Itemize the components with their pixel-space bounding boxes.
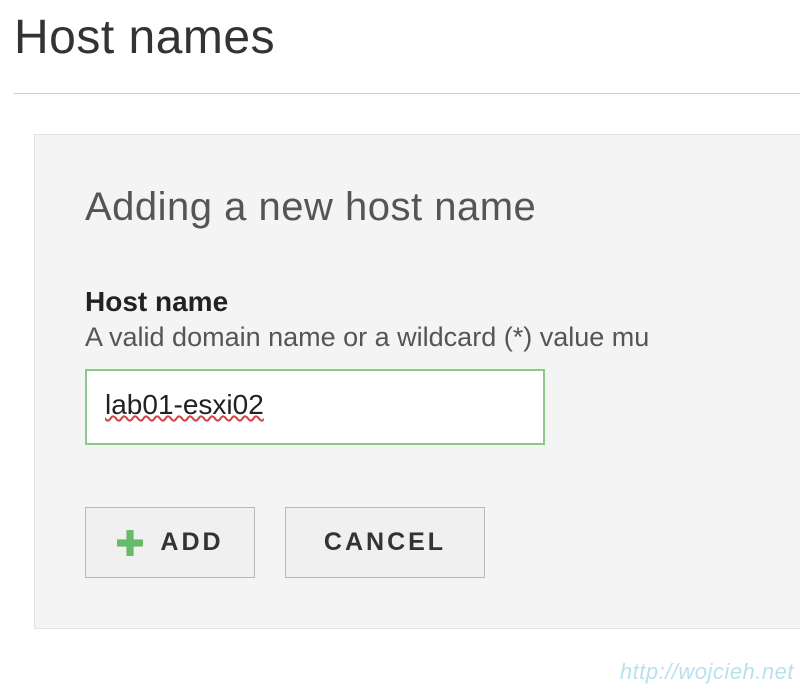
add-hostname-panel: Adding a new host name Host name A valid… [34,134,800,629]
page-title: Host names [14,10,800,65]
panel-title: Adding a new host name [85,185,800,230]
cancel-button-label: CANCEL [324,528,446,557]
cancel-button[interactable]: CANCEL [285,507,485,578]
hostname-label: Host name [85,286,800,318]
watermark: http://wojcieh.net [620,659,794,685]
hostname-help-text: A valid domain name or a wildcard (*) va… [85,322,800,353]
divider [14,93,800,94]
add-button-label: ADD [160,528,223,557]
button-row: ADD CANCEL [85,507,800,578]
add-button[interactable]: ADD [85,507,255,578]
plus-icon [116,529,144,557]
hostname-input[interactable] [85,369,545,445]
